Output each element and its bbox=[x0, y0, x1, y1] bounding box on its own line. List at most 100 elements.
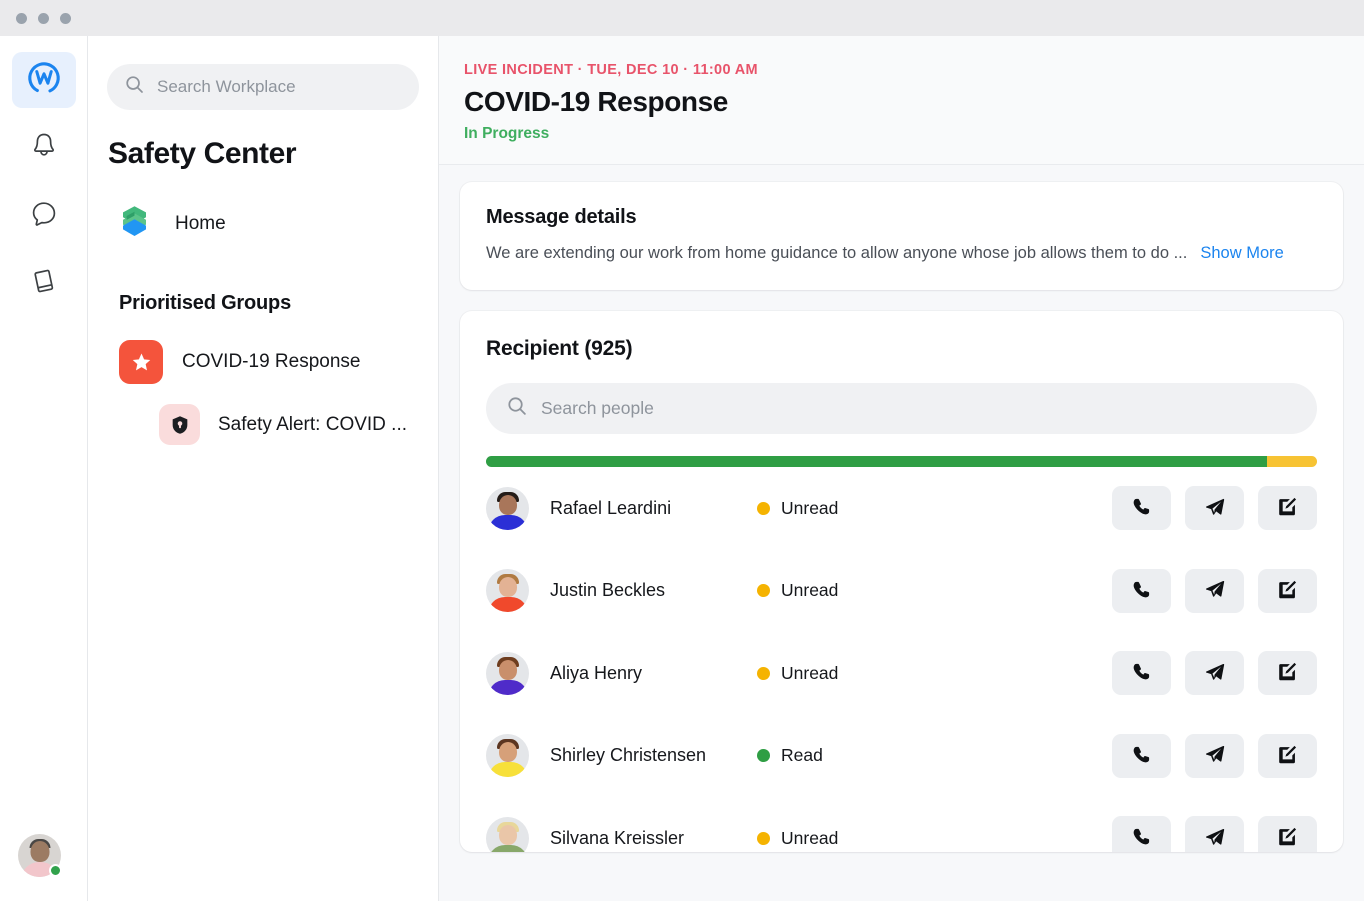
left-icon-rail bbox=[0, 36, 88, 901]
recipient-row[interactable]: Justin Beckles Unread bbox=[486, 550, 1317, 633]
sidebar-item-covid-19-response-label: COVID-19 Response bbox=[182, 351, 361, 372]
avatar bbox=[486, 651, 529, 695]
search-workplace-placeholder: Search Workplace bbox=[157, 77, 296, 96]
recipient-list: Rafael Leardini Unread Justin Beckles Unrea… bbox=[486, 467, 1317, 852]
message-details-title: Message details bbox=[486, 206, 637, 228]
edit-square-icon bbox=[1277, 744, 1298, 768]
status-badge: In Progress bbox=[464, 125, 550, 142]
call-button[interactable] bbox=[1112, 651, 1171, 696]
call-button[interactable] bbox=[1112, 733, 1171, 778]
recipient-name: Silvana Kreissler bbox=[550, 827, 685, 848]
incident-header: LIVE INCIDENT · TUE, DEC 10 · 11:00 AM C… bbox=[439, 36, 1364, 165]
shield-icon bbox=[159, 404, 200, 445]
progress-segment-unread bbox=[1267, 456, 1317, 467]
phone-icon bbox=[1131, 579, 1152, 603]
page-title: Safety Center bbox=[108, 137, 297, 170]
send-button[interactable] bbox=[1185, 816, 1244, 852]
send-button[interactable] bbox=[1185, 486, 1244, 531]
window-close-button[interactable] bbox=[16, 12, 27, 24]
search-icon bbox=[507, 396, 527, 421]
status-badge-online bbox=[49, 864, 62, 877]
send-button[interactable] bbox=[1185, 733, 1244, 778]
recipient-actions bbox=[1112, 568, 1317, 613]
message-details-text: We are extending our work from home guid… bbox=[486, 244, 1188, 262]
recipient-status: Unread bbox=[757, 498, 1027, 519]
avatar bbox=[486, 486, 529, 530]
compose-button[interactable] bbox=[1258, 816, 1317, 852]
sidebar-item-covid-19-response[interactable]: COVID-19 Response bbox=[119, 340, 419, 384]
compose-button[interactable] bbox=[1258, 486, 1317, 531]
status-dot-unread bbox=[757, 501, 770, 515]
recipient-status-label: Unread bbox=[781, 827, 839, 848]
app-window: Search Workplace Safety Center Home Prio… bbox=[0, 0, 1364, 901]
chat-bubble-icon bbox=[27, 197, 61, 236]
status-dot-read bbox=[757, 749, 770, 763]
search-workplace-field[interactable]: Search Workplace bbox=[107, 64, 419, 110]
sidebar-item-safety-alert-label: Safety Alert: COVID ... bbox=[218, 413, 408, 435]
edit-square-icon bbox=[1277, 661, 1298, 685]
main-content: LIVE INCIDENT · TUE, DEC 10 · 11:00 AM C… bbox=[439, 36, 1364, 901]
rail-item-workplace-home[interactable] bbox=[11, 52, 76, 108]
recipient-name: Aliya Henry bbox=[550, 662, 643, 683]
rail-item-messages[interactable] bbox=[12, 188, 76, 244]
send-button[interactable] bbox=[1185, 651, 1244, 696]
recipient-name: Rafael Leardini bbox=[550, 497, 672, 518]
paper-plane-icon bbox=[1204, 496, 1226, 521]
rail-item-notifications[interactable] bbox=[12, 120, 76, 176]
rail-profile[interactable] bbox=[18, 834, 62, 877]
star-icon bbox=[119, 340, 163, 384]
recipient-status: Unread bbox=[757, 580, 1027, 601]
call-button[interactable] bbox=[1112, 816, 1171, 852]
edit-square-icon bbox=[1277, 826, 1298, 850]
sidebar-item-home[interactable]: Home bbox=[118, 203, 419, 245]
book-icon bbox=[27, 265, 61, 304]
search-people-field[interactable]: Search people bbox=[486, 383, 1317, 434]
phone-icon bbox=[1131, 661, 1152, 685]
bell-icon bbox=[27, 129, 61, 168]
paper-plane-icon bbox=[1204, 743, 1226, 768]
edit-square-icon bbox=[1277, 579, 1298, 603]
search-icon bbox=[125, 75, 144, 99]
prioritised-groups-heading: Prioritised Groups bbox=[119, 292, 291, 314]
call-button[interactable] bbox=[1112, 486, 1171, 531]
window-maximize-button[interactable] bbox=[60, 12, 71, 24]
recipient-actions bbox=[1112, 816, 1317, 852]
incident-eyebrow: LIVE INCIDENT · TUE, DEC 10 · 11:00 AM bbox=[464, 62, 758, 78]
send-button[interactable] bbox=[1185, 568, 1244, 613]
rail-item-library[interactable] bbox=[12, 256, 76, 312]
avatar bbox=[486, 816, 529, 852]
recipients-card: Recipient (925) Search people Rafael Lea… bbox=[460, 311, 1343, 852]
sidebar-item-safety-alert[interactable]: Safety Alert: COVID ... bbox=[159, 404, 419, 445]
window-titlebar bbox=[0, 0, 1364, 36]
recipient-row[interactable]: Rafael Leardini Unread bbox=[486, 467, 1317, 550]
call-button[interactable] bbox=[1112, 568, 1171, 613]
window-minimize-button[interactable] bbox=[38, 12, 49, 24]
show-more-link[interactable]: Show More bbox=[1200, 244, 1283, 263]
recipient-status-label: Read bbox=[781, 745, 823, 766]
recipient-row[interactable]: Aliya Henry Unread bbox=[486, 632, 1317, 715]
status-dot-unread bbox=[757, 584, 770, 598]
recipient-row[interactable]: Shirley Christensen Read bbox=[486, 715, 1317, 798]
recipient-actions bbox=[1112, 733, 1317, 778]
recipient-status: Read bbox=[757, 745, 1027, 766]
message-details-card: Message details We are extending our wor… bbox=[460, 182, 1343, 290]
search-people-placeholder: Search people bbox=[541, 398, 654, 418]
recipient-name: Justin Beckles bbox=[550, 580, 666, 601]
avatar bbox=[486, 569, 529, 613]
compose-button[interactable] bbox=[1258, 568, 1317, 613]
recipient-status-label: Unread bbox=[781, 497, 839, 518]
recipient-row[interactable]: Silvana Kreissler Unread bbox=[486, 797, 1317, 852]
paper-plane-icon bbox=[1204, 578, 1226, 603]
progress-segment-read bbox=[486, 456, 1268, 467]
status-dot-unread bbox=[757, 666, 770, 680]
recipient-actions bbox=[1112, 651, 1317, 696]
recipients-title: Recipient (925) bbox=[486, 337, 633, 360]
phone-icon bbox=[1131, 826, 1152, 850]
compose-button[interactable] bbox=[1258, 733, 1317, 778]
incident-title: COVID-19 Response bbox=[464, 86, 728, 117]
recipient-status-label: Unread bbox=[781, 580, 839, 601]
paper-plane-icon bbox=[1204, 826, 1226, 851]
safety-center-logo bbox=[118, 203, 151, 245]
recipient-name: Shirley Christensen bbox=[550, 745, 707, 766]
compose-button[interactable] bbox=[1258, 651, 1317, 696]
